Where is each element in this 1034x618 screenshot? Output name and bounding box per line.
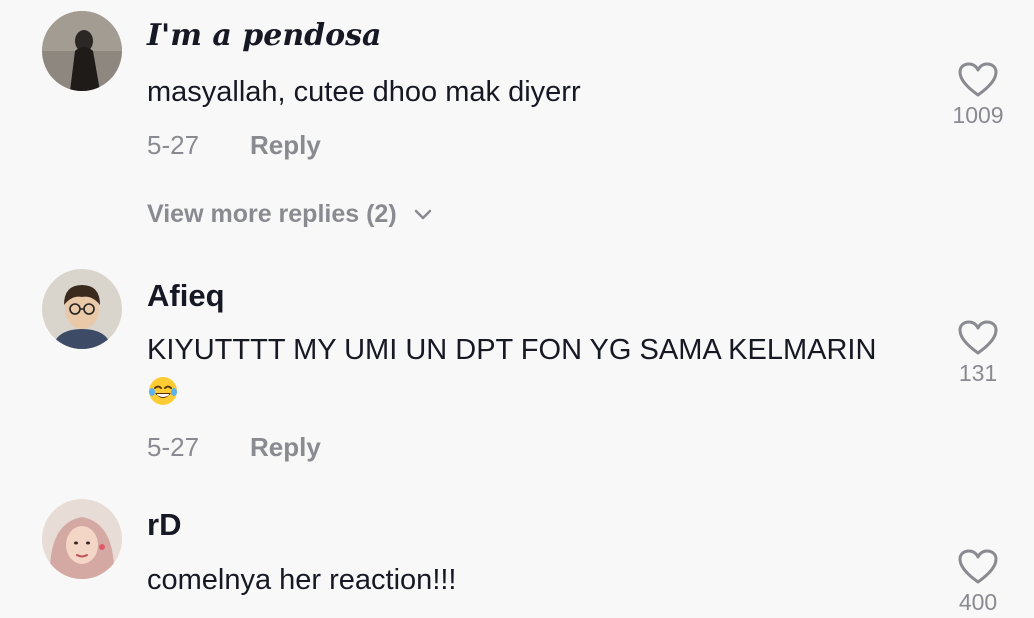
comment-date: 5-27 (147, 432, 200, 462)
username[interactable]: I'm a pendosa (147, 18, 381, 53)
view-more-replies-button[interactable]: View more replies (2) (147, 200, 432, 229)
like-count: 131 (958, 360, 998, 386)
avatar[interactable] (42, 499, 122, 579)
reply-button[interactable]: Reply (250, 432, 321, 462)
like-count: 400 (958, 589, 998, 615)
boy-with-glasses-avatar-icon (42, 269, 122, 349)
comment-meta: 5-27 Reply (147, 130, 321, 161)
avatar[interactable] (42, 11, 122, 91)
comment-text: masyallah, cutee dhoo mak diyerr (147, 76, 581, 108)
like-button[interactable]: 1009 (940, 62, 1016, 129)
comment-date: 5-27 (147, 130, 200, 160)
like-button[interactable]: 400 (940, 549, 1016, 616)
like-count: 1009 (952, 102, 1004, 128)
reply-button[interactable]: Reply (250, 130, 321, 160)
heart-icon[interactable] (958, 320, 998, 356)
comment-text: comelnya her reaction!!! (147, 564, 457, 596)
comment-text-content: KIYUTTTT MY UMI UN DPT FON YG SAMA KELMA… (147, 334, 877, 366)
dark-hooded-figure-avatar-icon (42, 11, 122, 91)
username[interactable]: rD (147, 507, 181, 543)
chevron-down-icon (414, 210, 431, 220)
view-more-replies-label: View more replies (2) (147, 200, 397, 228)
comment-text: KIYUTTTT MY UMI UN DPT FON YG SAMA KELMA… (147, 330, 927, 410)
avatar[interactable] (42, 269, 122, 349)
like-button[interactable]: 131 (940, 320, 1016, 387)
heart-icon[interactable] (958, 549, 998, 585)
heart-icon[interactable] (958, 62, 998, 98)
face-with-tears-of-joy-icon (149, 377, 177, 406)
username[interactable]: Afieq (147, 278, 225, 314)
girl-with-hijab-avatar-icon (42, 499, 122, 579)
comment-meta: 5-27 Reply (147, 432, 321, 463)
